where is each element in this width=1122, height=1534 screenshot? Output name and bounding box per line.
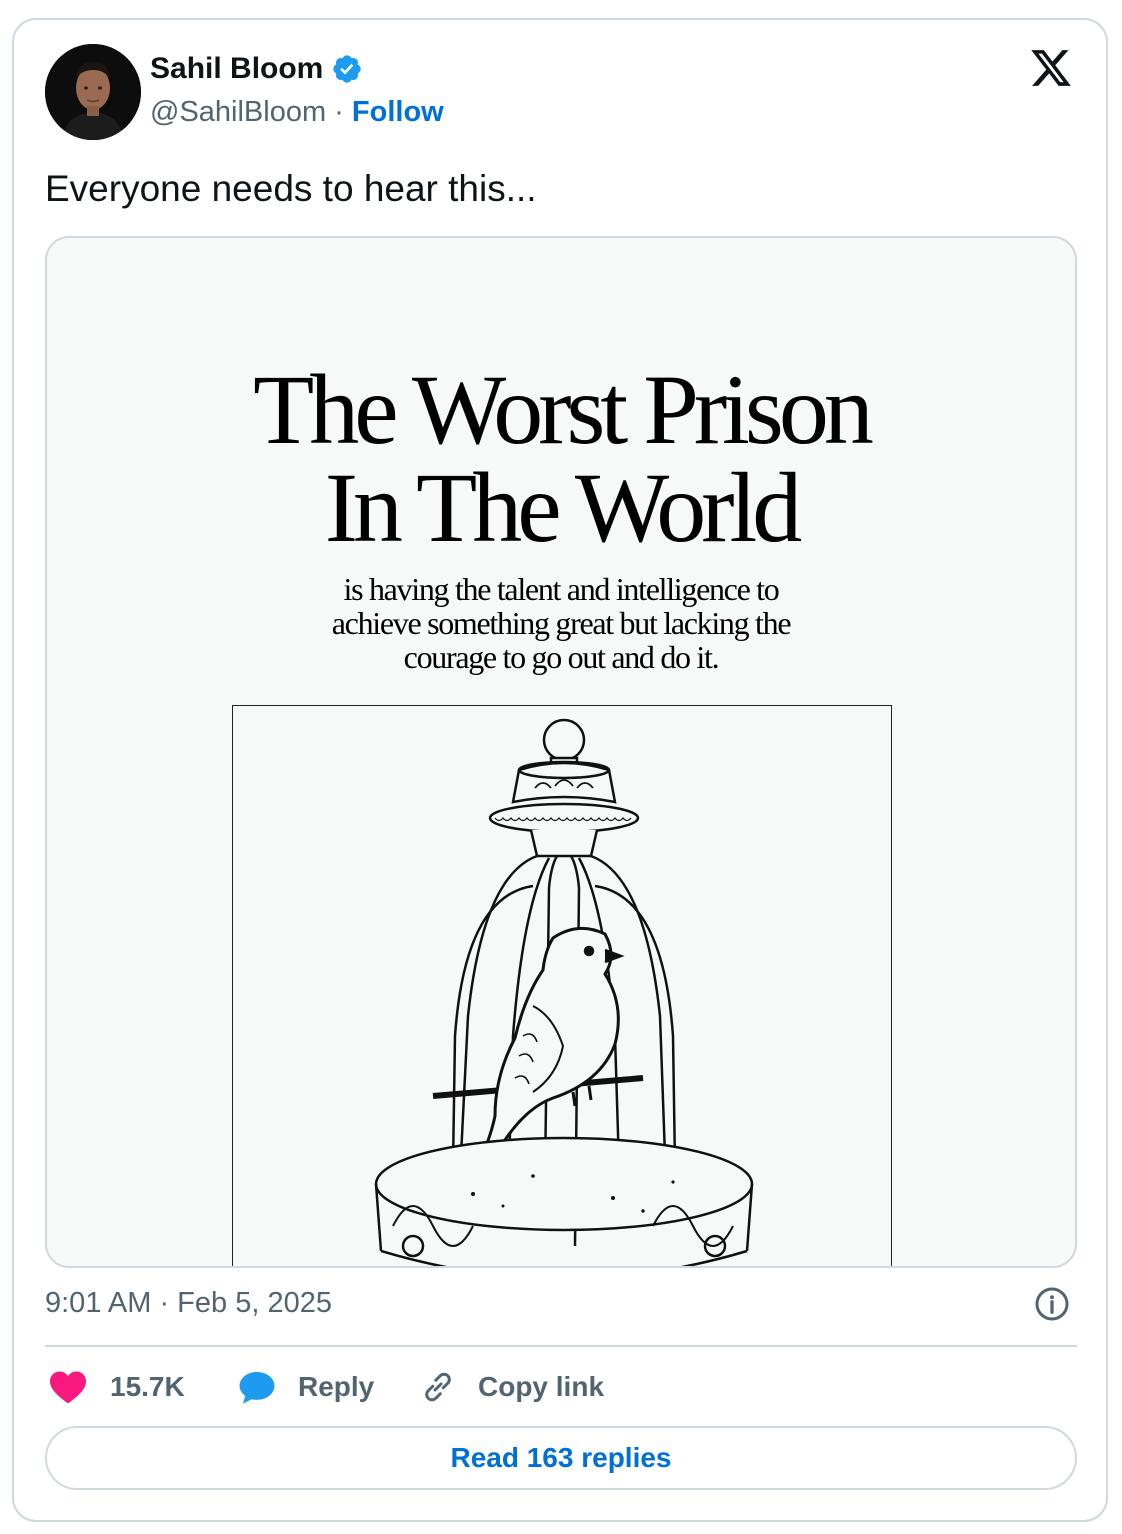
poster-title-line2: In The World <box>324 452 803 563</box>
read-replies-label: Read 163 replies <box>450 1442 672 1473</box>
handle-row: @SahilBloom · Follow <box>150 96 444 129</box>
read-replies-button[interactable]: Read 163 replies <box>45 1426 1077 1490</box>
poster-subtitle-line3: courage to go out and do it. <box>403 639 720 675</box>
avatar[interactable] <box>45 44 141 140</box>
author-name-text[interactable]: Sahil Bloom <box>150 52 323 86</box>
illustration-frame <box>232 705 892 1266</box>
reply-button[interactable]: Reply <box>238 1364 374 1410</box>
poster-subtitle-line2: achieve something great but lacking the <box>331 605 792 641</box>
poster-title-line1: The Worst Prison <box>253 354 874 465</box>
heart-icon <box>50 1371 86 1404</box>
handle-separator: · <box>326 96 352 128</box>
author-name[interactable]: Sahil Bloom <box>150 52 363 86</box>
author-handle[interactable]: @SahilBloom <box>150 96 326 128</box>
like-button[interactable]: 15.7K <box>48 1364 185 1410</box>
copy-link-button[interactable]: Copy link <box>420 1364 604 1410</box>
poster-subtitle: is having the talent and intelligence to… <box>47 572 1075 674</box>
reply-label: Reply <box>298 1371 375 1402</box>
follow-link[interactable]: Follow <box>352 96 444 128</box>
verified-badge-icon <box>333 55 362 83</box>
info-icon[interactable] <box>1034 1286 1070 1322</box>
tweet-timestamp[interactable]: 9:01 AM · Feb 5, 2025 <box>45 1287 332 1320</box>
speech-bubble-icon <box>239 1371 275 1404</box>
copy-link-label: Copy link <box>478 1371 605 1402</box>
link-icon <box>425 1372 451 1402</box>
tweet-text: Everyone needs to hear this... <box>45 168 537 209</box>
poster-subtitle-line1: is having the talent and intelligence to <box>343 571 780 607</box>
x-logo-icon[interactable] <box>1028 46 1074 90</box>
divider <box>45 1345 1077 1347</box>
tweet-media-image[interactable]: The Worst Prison In The World is having … <box>45 236 1077 1268</box>
like-count: 15.7K <box>110 1371 185 1402</box>
birdcage-illustration <box>374 718 754 1266</box>
